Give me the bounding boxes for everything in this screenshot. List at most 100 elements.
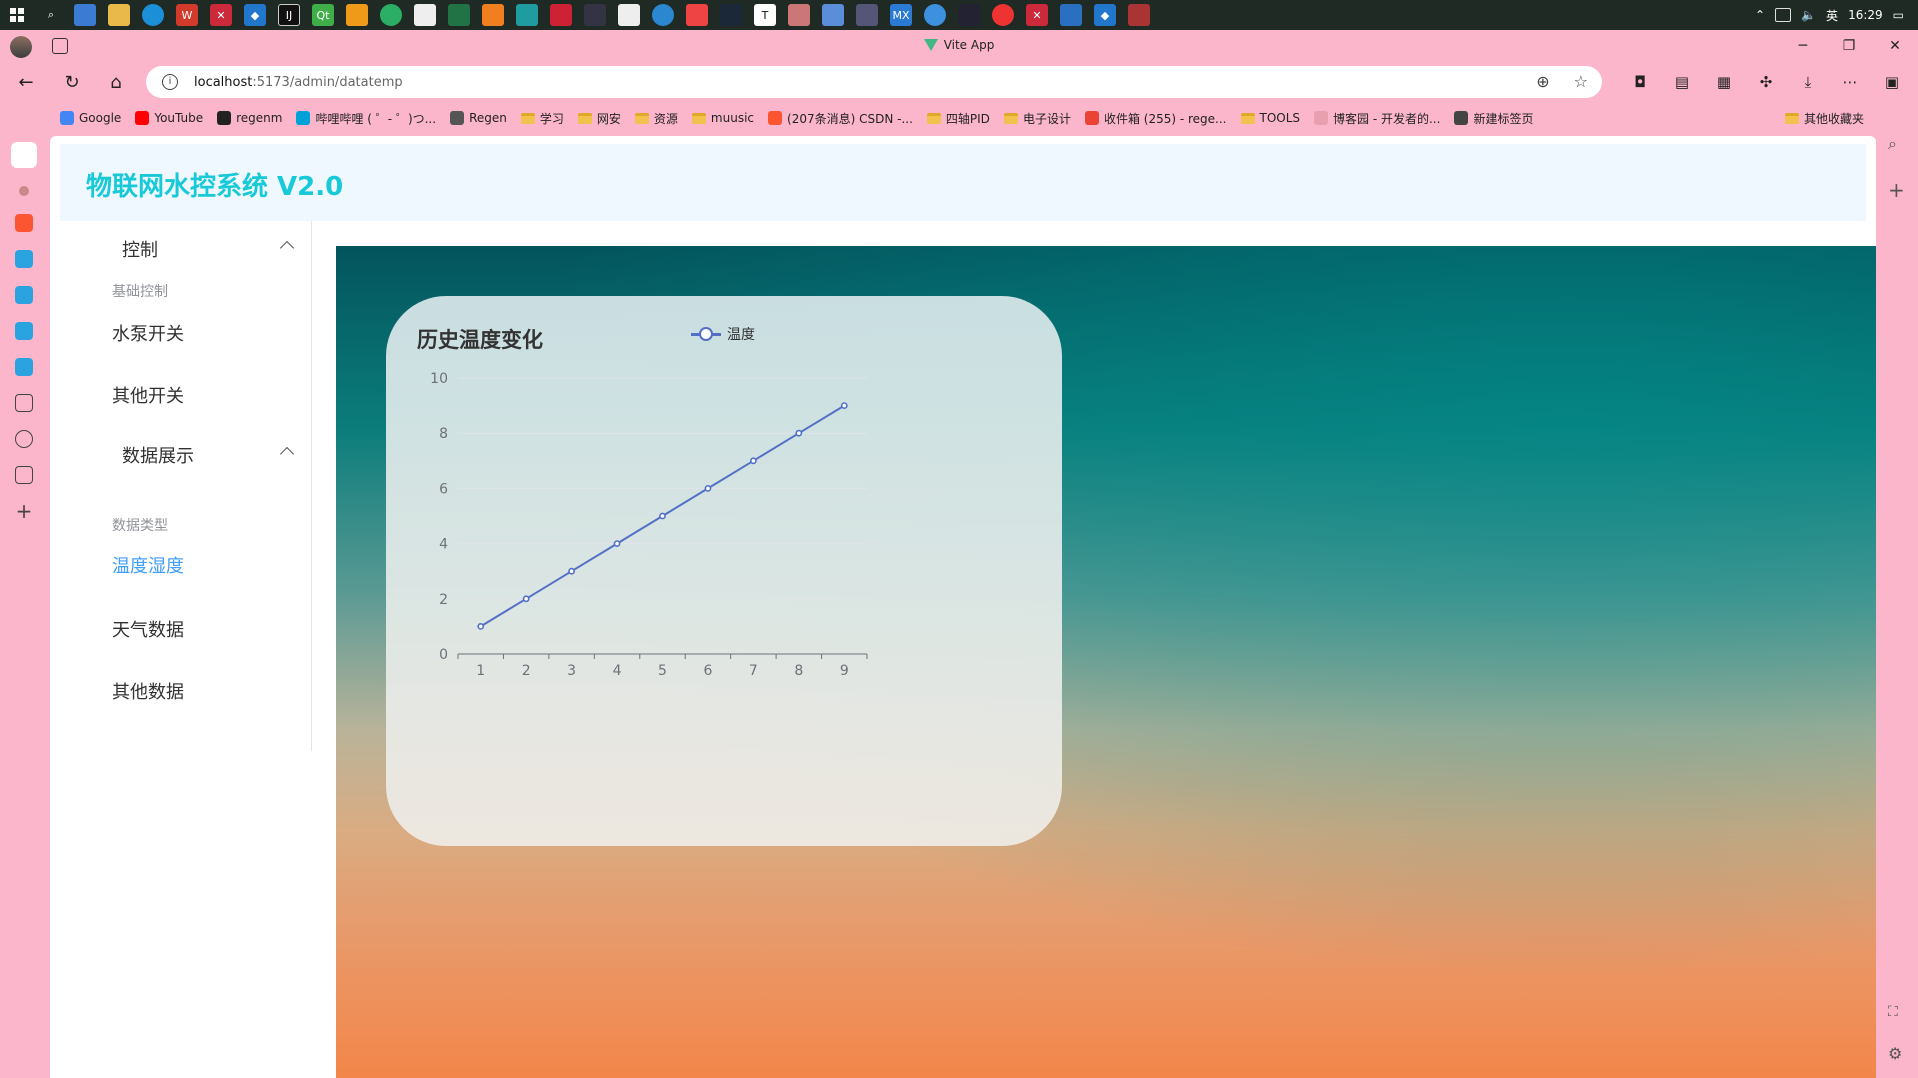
app-icon[interactable] <box>822 4 844 26</box>
telegram-icon[interactable] <box>15 286 33 304</box>
bookmark-item[interactable]: YouTube <box>135 111 203 125</box>
mx-icon[interactable]: MX <box>890 4 912 26</box>
ime-indicator[interactable]: 英 <box>1826 7 1838 24</box>
app-icon[interactable] <box>1060 4 1082 26</box>
steam-icon[interactable] <box>720 4 742 26</box>
x-tick-label: 2 <box>522 663 531 679</box>
site-info-icon[interactable]: i <box>162 74 178 90</box>
app-icon[interactable] <box>346 4 368 26</box>
typora-icon[interactable]: T <box>754 4 776 26</box>
vscode-icon[interactable]: ◆ <box>244 4 266 26</box>
home-button[interactable]: ⌂ <box>102 68 130 96</box>
search-icon[interactable]: ⌕ <box>1888 134 1897 154</box>
bookmark-item[interactable]: Regen <box>450 111 507 125</box>
menu-item-pump-switch[interactable]: 水泵开关 <box>60 305 312 361</box>
bookmark-item[interactable]: 四轴PID <box>926 110 990 127</box>
menu-item-weather[interactable]: 天气数据 <box>60 601 312 657</box>
side-menu: 控制 基础控制 水泵开关 其他开关 数据展示 数据类型 温度湿度 天气数据 其他… <box>60 221 312 751</box>
more-menu-icon[interactable]: ⋯ <box>1836 68 1864 96</box>
refresh-button[interactable]: ↻ <box>58 68 86 96</box>
bookmark-item[interactable]: Google <box>60 111 121 125</box>
bookmark-item[interactable]: 网安 <box>577 110 621 127</box>
bookmark-item[interactable]: 资源 <box>634 110 678 127</box>
telegram-icon[interactable] <box>15 250 33 268</box>
bookmark-item[interactable]: 博客园 - 开发者的... <box>1314 110 1440 127</box>
netease-music-icon[interactable] <box>992 4 1014 26</box>
bookmark-item[interactable]: (207条消息) CSDN -... <box>768 110 913 127</box>
app-icon[interactable] <box>686 4 708 26</box>
clock[interactable]: 16:29 <box>1848 8 1883 22</box>
network-icon[interactable] <box>1775 8 1792 22</box>
search-icon[interactable]: ⌕ <box>40 4 62 26</box>
x-tick-label: 6 <box>703 663 712 679</box>
start-button[interactable] <box>0 0 34 30</box>
download-icon[interactable]: ⤓ <box>1794 68 1822 96</box>
bookmark-item[interactable]: 哔哩哔哩 ( ゜- ゜)つ... <box>296 110 436 127</box>
app-icon[interactable] <box>1128 4 1150 26</box>
openai-icon[interactable] <box>15 430 33 448</box>
settings-gear-icon[interactable]: ⚙ <box>1888 1044 1902 1063</box>
volume-icon[interactable]: 🔈 <box>1801 8 1816 22</box>
extensions-puzzle-icon[interactable]: ✣ <box>1752 68 1780 96</box>
calendar-icon[interactable] <box>15 466 33 484</box>
menu-item-other-data[interactable]: 其他数据 <box>60 663 312 719</box>
xmind-icon[interactable]: ✕ <box>210 4 232 26</box>
app-icon[interactable] <box>550 4 572 26</box>
extension-icon[interactable]: ▤ <box>1668 68 1696 96</box>
bookmark-item[interactable]: muusic <box>691 111 754 125</box>
arduino-icon[interactable] <box>516 4 538 26</box>
qt-icon[interactable]: Qt <box>312 4 334 26</box>
menu-group-data[interactable]: 数据展示 <box>60 427 312 483</box>
bookmark-item[interactable]: 学习 <box>520 110 564 127</box>
chevron-up-icon[interactable]: ⌃ <box>1755 8 1765 22</box>
intellij-icon[interactable]: IJ <box>278 4 300 26</box>
csdn-icon[interactable] <box>15 214 33 232</box>
bookmark-item[interactable]: regenm <box>217 111 282 125</box>
app-icon[interactable] <box>788 4 810 26</box>
telegram-icon[interactable] <box>15 322 33 340</box>
bookmark-item[interactable]: 收件箱 (255) - rege... <box>1084 110 1227 127</box>
favorite-star-icon[interactable]: ☆ <box>1574 72 1588 91</box>
search-icon[interactable] <box>19 186 29 196</box>
add-icon[interactable]: + <box>1888 178 1905 202</box>
close-button[interactable]: ✕ <box>1872 30 1918 62</box>
menu-item-other-switch[interactable]: 其他开关 <box>60 367 312 423</box>
document-icon[interactable] <box>15 394 33 412</box>
telegram-icon[interactable] <box>15 358 33 376</box>
notification-icon[interactable]: ▭ <box>1893 8 1904 22</box>
bookmark-item[interactable]: TOOLS <box>1240 111 1300 125</box>
file-explorer-icon[interactable] <box>108 4 130 26</box>
vscode-icon[interactable]: ◆ <box>1094 4 1116 26</box>
bookmark-item[interactable]: 新建标签页 <box>1454 110 1533 127</box>
restore-button[interactable]: ❐ <box>1826 30 1872 62</box>
menu-item-temp-humidity[interactable]: 温度湿度 <box>60 537 312 593</box>
wps-icon[interactable]: W <box>176 4 198 26</box>
vue-tab-icon[interactable] <box>11 142 37 168</box>
menu-group-control[interactable]: 控制 <box>60 221 312 277</box>
screenshot-icon[interactable]: ⛶ <box>1888 1004 1898 1020</box>
app-icon[interactable] <box>584 4 606 26</box>
app-icon[interactable] <box>924 4 946 26</box>
y-tick-label: 6 <box>439 481 448 497</box>
app-icon[interactable] <box>958 4 980 26</box>
app-icon[interactable] <box>856 4 878 26</box>
notepad-icon[interactable] <box>414 4 436 26</box>
other-bookmarks[interactable]: 其他收藏夹 <box>1784 110 1864 127</box>
address-bar[interactable]: i localhost:5173/admin/datatemp ⊕ ☆ <box>146 66 1602 98</box>
app-icon[interactable] <box>482 4 504 26</box>
add-icon[interactable]: + <box>15 501 33 521</box>
edge-icon[interactable] <box>142 4 164 26</box>
qr-code-icon[interactable]: ▦ <box>1710 68 1738 96</box>
sidebar-toggle-icon[interactable]: ▣ <box>1878 68 1906 96</box>
bookmark-item[interactable]: 电子设计 <box>1003 110 1071 127</box>
extension-icon[interactable]: ◘ <box>1626 68 1654 96</box>
xmind-icon[interactable]: ✕ <box>1026 4 1048 26</box>
excel-icon[interactable] <box>448 4 470 26</box>
app-icon[interactable] <box>652 4 674 26</box>
minimize-button[interactable]: ─ <box>1780 30 1826 62</box>
back-button[interactable]: ← <box>12 68 40 96</box>
wechat-icon[interactable] <box>380 4 402 26</box>
desktop-app-icon[interactable] <box>74 4 96 26</box>
zoom-icon[interactable]: ⊕ <box>1536 72 1549 91</box>
document-icon[interactable] <box>618 4 640 26</box>
